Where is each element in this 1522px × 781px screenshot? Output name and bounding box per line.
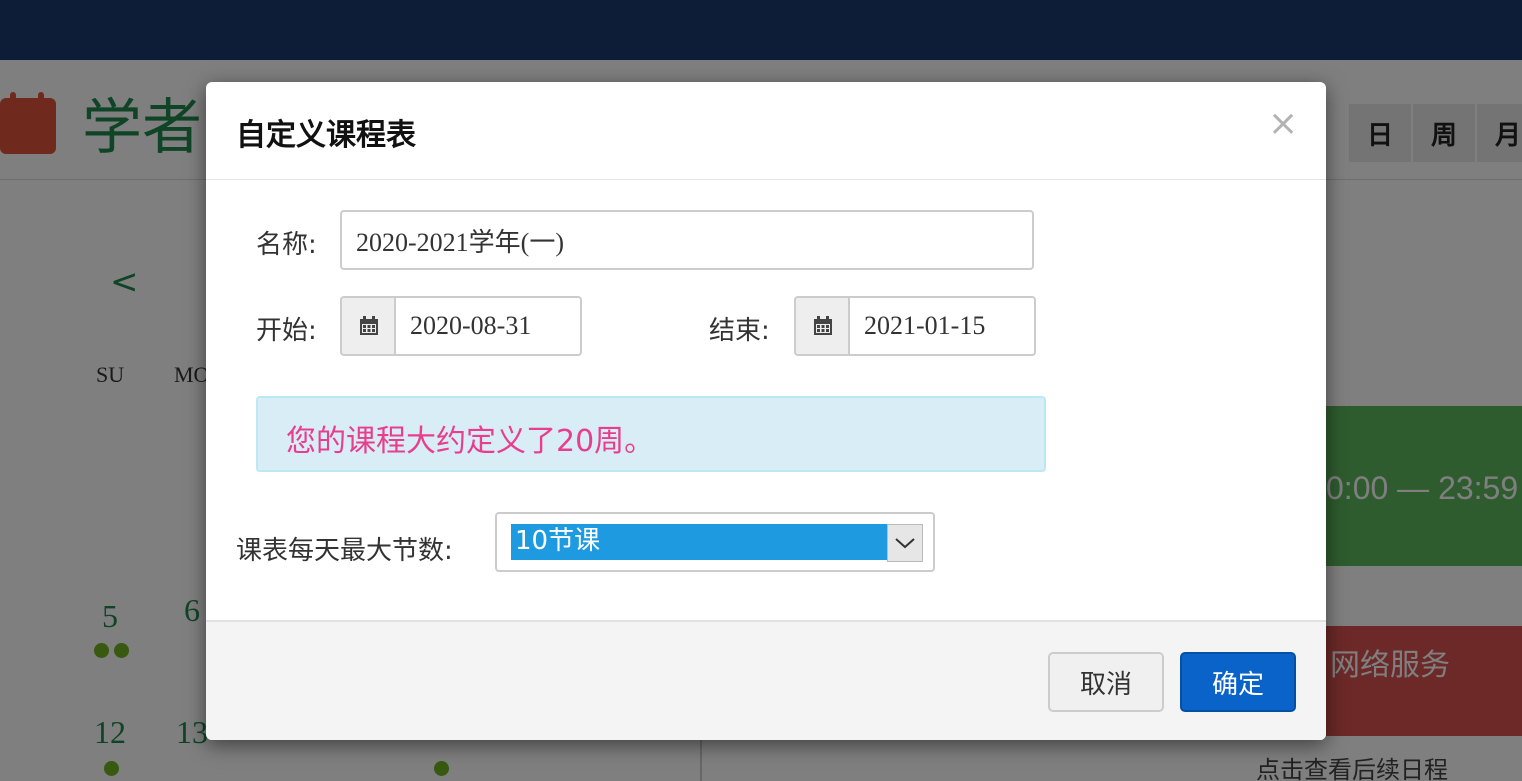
calendar-icon: [814, 316, 832, 335]
periods-selected-option[interactable]: 10节课: [511, 524, 887, 560]
cancel-button[interactable]: 取消: [1048, 652, 1164, 712]
start-calendar-button[interactable]: [340, 296, 396, 356]
periods-select[interactable]: 10节课: [495, 512, 935, 572]
custom-schedule-dialog: 自定义课程表 × 名称: 开始: 结束:: [206, 82, 1326, 740]
end-date-input[interactable]: [848, 296, 1036, 356]
calendar-icon: [360, 316, 378, 335]
name-label: 名称:: [256, 230, 317, 260]
end-label: 结束:: [709, 316, 770, 346]
dialog-footer: 取消 确定: [206, 620, 1326, 740]
confirm-button[interactable]: 确定: [1180, 652, 1296, 712]
periods-label: 课表每天最大节数:: [236, 536, 453, 566]
dialog-header: 自定义课程表 ×: [206, 82, 1326, 180]
end-calendar-button[interactable]: [794, 296, 850, 356]
chevron-down-icon[interactable]: [887, 524, 923, 562]
dialog-title: 自定义课程表: [236, 118, 416, 153]
info-alert: 您的课程大约定义了20周。: [256, 396, 1046, 472]
start-date-input[interactable]: [394, 296, 582, 356]
close-icon[interactable]: ×: [1268, 104, 1298, 144]
info-alert-text: 您的课程大约定义了20周。: [286, 424, 655, 459]
name-input[interactable]: [340, 210, 1034, 270]
start-label: 开始:: [256, 316, 317, 346]
